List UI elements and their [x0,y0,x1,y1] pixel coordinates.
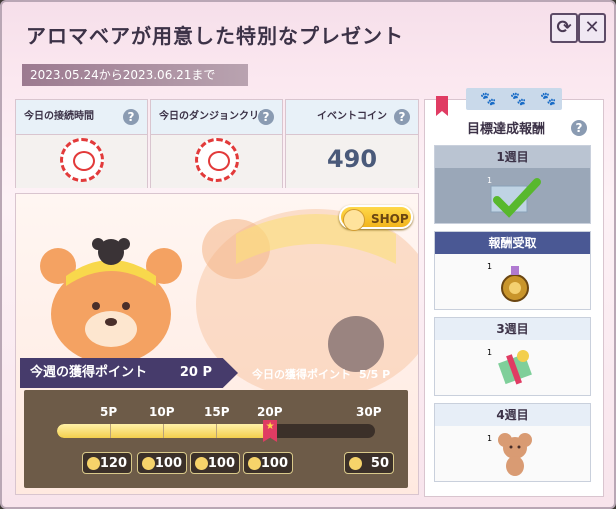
help-icon[interactable]: ? [394,109,410,125]
window-title: アロマベアが用意した特別なプレゼント [26,24,404,48]
gift-icon [501,266,529,302]
event-coin-value: 490 [326,145,378,173]
week-1-reward: 1週目 1 [434,145,591,224]
help-icon[interactable]: ? [571,120,587,136]
stamp-icon [194,138,239,182]
milestone-reward-10p[interactable]: 100 [137,452,187,474]
milestone-reward-15p[interactable]: 100 [190,452,240,474]
shop-coin-icon [343,209,365,231]
star-marker-icon: ★ [263,420,278,442]
close-button[interactable]: ✕ [578,13,606,43]
goal-rewards-title: 目標達成報酬 [466,122,545,137]
weekly-points-label: 今週の獲得ポイント [30,365,148,380]
tick-15p: 15P [204,405,230,419]
coin-icon [248,457,261,470]
week-label: 3週目 [435,318,590,340]
milestone-reward-30p[interactable]: 50 [344,452,394,474]
coin-icon [195,457,208,470]
week-label: 1週目 [435,146,590,168]
card-label: 今日の接続時間 [24,111,94,122]
week-3-reward: 3週目 1 [434,317,591,396]
card-event-coin: イベントコイン ? 490 [285,99,419,188]
tick-30p: 30P [356,405,382,419]
card-label: 今日のダンジョンクリア [159,111,269,122]
shop-label: SHOP [371,212,409,226]
milestone-reward-20p[interactable]: 100 [243,452,293,474]
event-date-range: 2023.05.24から2023.06.21まで [22,64,248,86]
week-2-reward[interactable]: 報酬受取 1 [434,231,591,310]
weekly-points-value: 20 P [179,365,212,380]
claim-reward-label: 報酬受取 [435,232,590,254]
tick-5p: 5P [100,405,118,419]
refresh-icon: ⟳ [556,17,572,38]
event-window: アロマベアが用意した特別なプレゼント 2023.05.24から2023.06.2… [0,0,616,509]
milestone-reward-5p[interactable]: 120 [82,452,132,474]
tick-20p: 20P [257,405,283,419]
coin-icon [87,457,100,470]
close-icon: ✕ [584,17,600,38]
refresh-button[interactable]: ⟳ [550,13,578,43]
today-points: 今日の獲得ポイント 5/5 P [252,366,390,382]
card-connection-time: 今日の接続時間 ? [15,99,148,188]
coin-icon [142,457,155,470]
gift-icon [498,350,532,385]
shop-button[interactable]: SHOP [339,205,413,231]
coin-icon [349,457,362,470]
paw-icon: 🐾 [510,92,527,107]
tick-10p: 10P [149,405,175,419]
paw-tape: 🐾 🐾 🐾 [466,88,562,110]
paw-icon: 🐾 [480,92,497,107]
stamp-icon [59,138,104,182]
points-progress-bar [57,424,375,438]
today-points-value: 5/5 P [359,368,391,381]
today-points-label: 今日の獲得ポイント [252,368,351,381]
help-icon[interactable]: ? [258,109,274,125]
checkmark-icon [490,178,541,218]
points-progress-panel: 5P 10P 15P 20P 30P ★ 120 100 100 100 50 [24,390,408,488]
paw-icon: 🐾 [540,92,557,107]
help-icon[interactable]: ? [123,109,139,125]
week-label: 4週目 [435,404,590,426]
weekly-points-banner: 今週の獲得ポイント 20 P [20,358,238,388]
card-label: イベントコイン [317,111,387,122]
card-dungeon-clear: 今日のダンジョンクリア ? [150,99,283,188]
bear-plush-icon [498,433,532,476]
week-4-reward: 4週目 1 [434,403,591,482]
